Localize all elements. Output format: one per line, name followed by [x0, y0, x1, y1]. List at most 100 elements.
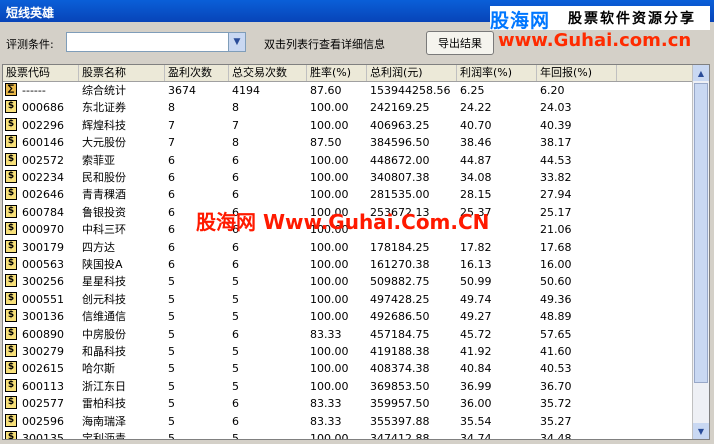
column-header-profit[interactable]: 总利润(元)	[367, 65, 457, 81]
column-header-wins[interactable]: 盈利次数	[165, 65, 229, 81]
column-header-name[interactable]: 股票名称	[79, 65, 165, 81]
stock-icon: $	[5, 239, 17, 253]
column-header-code[interactable]: 股票代码	[3, 65, 79, 81]
cell-annual: 36.70	[540, 379, 572, 393]
table-row[interactable]: $600113 浙江东日 5 5 100.00 369853.50 36.99 36.70	[3, 378, 695, 395]
table-row[interactable]: ∑ ------ 综合统计 3674 4194 87.60 153944258.56 6.25…	[3, 82, 695, 99]
scroll-down-icon[interactable]: ▼	[693, 423, 709, 439]
cell-annual: 38.17	[540, 136, 572, 150]
cell-code: 002615	[22, 362, 64, 376]
cell-name: 创元科技	[82, 292, 126, 306]
stock-icon: $	[5, 431, 17, 439]
table-row[interactable]: $300256 星星科技 5 5 100.00 509882.75 50.99 50.60	[3, 273, 695, 290]
cell-name: 信维通信	[82, 310, 126, 324]
table-row[interactable]: $300179 四方达 6 6 100.00 178184.25 17.82 17.68	[3, 239, 695, 256]
chevron-down-icon[interactable]: ▼	[228, 33, 245, 51]
cell-trades: 6	[232, 397, 239, 411]
table-row[interactable]: $002646 青青稞酒 6 6 100.00 281535.00 28.15 27.94	[3, 186, 695, 203]
cell-trades: 5	[232, 275, 239, 289]
export-button[interactable]: 导出结果	[426, 31, 494, 55]
table-row[interactable]: $000563 陕国投A 6 6 100.00 161270.38 16.13 16.00	[3, 256, 695, 273]
criteria-select[interactable]: ▼	[66, 32, 246, 52]
cell-annual: 24.03	[540, 101, 572, 115]
cell-code: 002234	[22, 171, 64, 184]
scroll-thumb[interactable]	[694, 83, 708, 383]
cell-name: 青青稞酒	[82, 188, 126, 202]
stock-icon: $	[5, 117, 17, 131]
table-row[interactable]: $000551 创元科技 5 5 100.00 497428.25 49.74 49.36	[3, 291, 695, 308]
cell-name: 和晶科技	[82, 345, 126, 358]
table-row[interactable]: $300136 信维通信 5 5 100.00 492686.50 49.27 48.89	[3, 308, 695, 325]
cell-rate: 100.00	[310, 432, 349, 440]
cell-profit: 281535.00	[370, 188, 430, 202]
cell-trades: 6	[232, 188, 239, 202]
cell-margin: 50.99	[460, 275, 492, 289]
cell-name: 中科三环	[82, 223, 126, 237]
scroll-up-icon[interactable]: ▲	[693, 65, 709, 81]
cell-profit: 178184.25	[370, 240, 430, 254]
cell-wins: 6	[168, 258, 175, 271]
cell-name: 东北证券	[82, 101, 126, 115]
cell-name: 辉煌科技	[82, 118, 126, 132]
cell-annual: 27.94	[540, 188, 572, 202]
stock-icon: $	[5, 135, 17, 149]
cell-code: 300135	[22, 432, 64, 440]
table-row[interactable]: $000686 东北证券 8 8 100.00 242169.25 24.22 24.03	[3, 99, 695, 116]
cell-rate: 100.00	[310, 345, 349, 358]
table-row[interactable]: $002615 哈尔斯 5 5 100.00 408374.38 40.84 40.53	[3, 360, 695, 377]
cell-margin: 49.74	[460, 292, 492, 306]
cell-wins: 6	[168, 188, 175, 202]
cell-annual: 57.65	[540, 327, 572, 341]
cell-margin: 16.13	[460, 258, 492, 271]
window-title: 短线英雄	[6, 6, 55, 20]
cell-trades: 5	[232, 345, 239, 358]
cell-annual: 25.17	[540, 205, 572, 219]
table-row[interactable]: $002234 民和股份 6 6 100.00 340807.38 34.08 33.82	[3, 169, 695, 186]
column-header-trades[interactable]: 总交易次数	[229, 65, 307, 81]
cell-trades: 8	[232, 136, 239, 150]
stock-icon: $	[5, 187, 17, 201]
cell-wins: 5	[168, 397, 175, 411]
cell-trades: 5	[232, 362, 239, 376]
cell-trades: 5	[232, 292, 239, 306]
cell-wins: 5	[168, 414, 175, 428]
cell-code: 000686	[22, 101, 64, 115]
cell-margin: 40.70	[460, 118, 492, 132]
cell-annual: 33.82	[540, 171, 572, 184]
cell-rate: 87.60	[310, 84, 342, 97]
table-row[interactable]: $300135 宝利沥青 5 5 100.00 347412.88 34.74 34.48	[3, 430, 695, 440]
cell-code: 000563	[22, 258, 64, 271]
cell-margin: 40.84	[460, 362, 492, 376]
criteria-label: 评测条件:	[6, 38, 54, 51]
column-header-annual[interactable]: 年回报(%)	[537, 65, 617, 81]
cell-code: 300179	[22, 240, 64, 254]
cell-rate: 100.00	[310, 310, 349, 324]
table-row[interactable]: $002572 索菲亚 6 6 100.00 448672.00 44.87 44.53	[3, 152, 695, 169]
cell-annual: 49.36	[540, 292, 572, 306]
cell-margin: 34.74	[460, 432, 492, 440]
cell-profit: 509882.75	[370, 275, 430, 289]
column-header-margin[interactable]: 利润率(%)	[457, 65, 537, 81]
toolbar: 评测条件: ▼ 双击列表行查看详细信息 导出结果	[0, 22, 714, 62]
cell-annual: 17.68	[540, 240, 572, 254]
cell-name: 民和股份	[82, 171, 126, 184]
cell-margin: 41.92	[460, 345, 492, 358]
stock-icon: $	[5, 326, 17, 340]
cell-margin: 49.27	[460, 310, 492, 324]
column-header-rate[interactable]: 胜率(%)	[307, 65, 367, 81]
table-row[interactable]: $300279 和晶科技 5 5 100.00 419188.38 41.92 41.60	[3, 343, 695, 360]
cell-code: 600890	[22, 327, 64, 341]
table-row[interactable]: $600146 大元股份 7 8 87.50 384596.50 38.46 38.17	[3, 134, 695, 151]
vertical-scrollbar[interactable]: ▲ ▼	[692, 65, 709, 439]
table-row[interactable]: $600890 中房股份 5 6 83.33 457184.75 45.72 57.65	[3, 326, 695, 343]
cell-name: 星星科技	[82, 275, 126, 289]
table-row[interactable]: $002296 辉煌科技 7 7 100.00 406963.25 40.70 40.39	[3, 117, 695, 134]
stock-icon: $	[5, 396, 17, 410]
table-row[interactable]: $002596 海南瑞泽 5 6 83.33 355397.88 35.54 35.27	[3, 413, 695, 430]
cell-rate: 87.50	[310, 136, 342, 150]
cell-trades: 7	[232, 118, 239, 132]
stock-icon: $	[5, 100, 17, 114]
table-row[interactable]: $002577 雷柏科技 5 6 83.33 359957.50 36.00 35.72	[3, 395, 695, 412]
cell-wins: 6	[168, 171, 175, 184]
cell-rate: 100.00	[310, 292, 349, 306]
